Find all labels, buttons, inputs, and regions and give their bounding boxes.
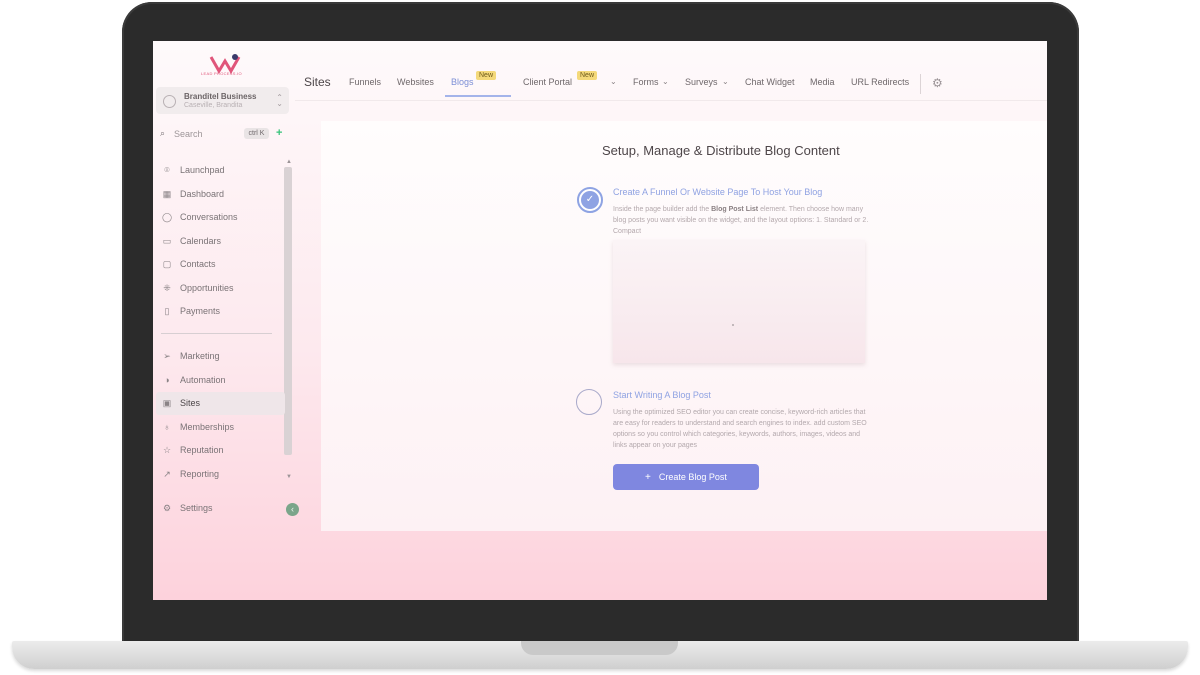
sidebar-item-dashboard[interactable]: ▦ Dashboard [153,183,285,206]
step-1-description: Inside the page builder add the Blog Pos… [613,204,875,237]
send-icon: ➢ [163,351,171,361]
top-nav: Sites Funnels Websites Blogs New Client … [295,41,1047,101]
sites-icon: ▣ [162,398,172,408]
trend-icon: ↗ [163,469,171,479]
tab-funnels[interactable]: Funnels [349,77,381,87]
check-icon: ✓ [581,191,599,209]
sidebar-item-marketing[interactable]: ➢ Marketing [153,345,285,368]
sidebar-item-reputation[interactable]: ☆ Reputation [153,439,285,462]
quick-add-icon[interactable]: + [276,127,282,139]
new-badge: New [577,71,598,80]
sidebar-item-conversations[interactable]: ◯ Conversations [153,206,285,229]
step-1-desc-bold: Blog Post List [711,206,759,213]
sidebar-item-label: Opportunities [180,283,234,293]
sidebar-item-label: Reporting [180,469,220,479]
page-heading: Setup, Manage & Distribute Blog Content [602,143,840,158]
sidebar-scrollbar[interactable] [284,167,292,455]
tab-client-portal[interactable]: Client Portal [523,77,572,87]
scroll-down-icon[interactable]: ▼ [286,474,292,480]
sidebar-item-settings[interactable]: ⚙ Settings [153,497,285,520]
step-2-description: Using the optimized SEO editor you can c… [613,409,867,449]
sidebar-item-label: Conversations [180,212,238,222]
chevron-down-icon[interactable]: ⌄ [610,77,617,86]
rocket-icon: ⌾ [164,165,170,175]
sidebar-item-label: Calendars [180,236,222,246]
search-input[interactable]: Search [174,129,203,139]
calendar-icon: ▭ [162,236,172,246]
sidebar-divider [161,333,272,334]
sidebar-item-label: Automation [180,375,226,385]
sidebar-item-label: Reputation [180,445,224,455]
sidebar-item-label: Settings [180,503,213,513]
new-badge: New [476,71,497,80]
active-tab-indicator [445,95,511,97]
tab-surveys[interactable]: Surveys [685,77,718,87]
opportunity-icon: ⁜ [163,283,171,293]
star-icon: ☆ [162,445,172,455]
step-2-indicator [576,389,602,415]
tab-blogs[interactable]: Blogs [451,77,474,87]
sidebar: LEAD PROCESS.IO Branditel Business Casev… [153,41,299,600]
chevron-updown-icon: ⌃ ⌄ [276,93,283,108]
sidebar-item-label: Marketing [180,351,220,361]
account-switcher[interactable]: Branditel Business Caseville, Brandita ⌃… [156,87,289,114]
sidebar-item-automation[interactable]: ◑ Automation [153,369,285,392]
sidebar-item-opportunities[interactable]: ⁜ Opportunities [153,277,285,300]
step-1-desc-pre: Inside the page builder add the [613,206,712,213]
tab-media[interactable]: Media [810,77,835,87]
logo-text: LEAD PROCESS.IO [201,71,242,76]
gear-icon[interactable]: ⚙ [932,76,943,90]
badge-icon: ♁ [163,422,171,432]
tab-forms[interactable]: Forms [633,77,659,87]
gear-icon: ⚙ [162,503,172,513]
account-name: Branditel Business [184,92,257,101]
step-1-title: Create A Funnel Or Website Page To Host … [613,187,823,197]
tab-websites[interactable]: Websites [397,77,434,87]
search-bar[interactable]: ⌕ Search ctrl K + [156,126,289,142]
payment-icon: ▯ [164,306,170,316]
sidebar-item-label: Payments [180,306,221,316]
sidebar-item-label: Contacts [180,259,216,269]
chevron-down-icon[interactable]: ⌄ [722,77,729,86]
contact-icon: ▢ [162,259,172,269]
page-title: Sites [304,75,331,89]
app-screen: LEAD PROCESS.IO Branditel Business Casev… [153,41,1047,600]
sidebar-item-label: Dashboard [180,189,225,199]
account-location: Caseville, Brandita [184,102,243,109]
grid-icon: ▦ [162,189,172,199]
laptop-notch [521,641,678,655]
chevron-down-icon[interactable]: ⌄ [662,77,669,86]
tab-url-redirects[interactable]: URL Redirects [851,77,909,87]
sidebar-item-reporting[interactable]: ↗ Reporting [153,463,285,486]
tab-chat-widget[interactable]: Chat Widget [745,77,795,87]
step-2-title: Start Writing A Blog Post [613,390,711,400]
sidebar-item-payments[interactable]: ▯ Payments [153,300,285,323]
search-icon: ⌕ [160,128,166,138]
sidebar-item-calendars[interactable]: ▭ Calendars [153,230,285,253]
sidebar-item-label: Memberships [180,422,235,432]
sidebar-item-memberships[interactable]: ♁ Memberships [153,416,285,439]
nav-divider [920,74,921,94]
sidebar-item-label: Launchpad [180,165,225,175]
search-shortcut: ctrl K [244,128,269,139]
sidebar-item-sites[interactable]: ▣ Sites [156,392,285,415]
step-1-indicator: ✓ [577,187,603,213]
preview-dot [732,324,734,326]
collapse-sidebar-icon[interactable]: ‹ [286,503,299,516]
create-blog-post-button[interactable]: + Create Blog Post [613,464,759,490]
sidebar-item-contacts[interactable]: ▢ Contacts [153,253,285,276]
chat-icon: ◯ [162,212,173,222]
sidebar-item-launchpad[interactable]: ⌾ Launchpad [153,159,285,182]
sidebar-item-label: Sites [180,398,201,408]
plus-icon: + [645,472,651,483]
scroll-up-icon[interactable]: ▲ [286,159,292,165]
create-blog-post-label: Create Blog Post [658,472,727,482]
automation-icon: ◑ [164,375,170,385]
blog-preview-image [613,240,865,363]
account-avatar-icon [163,95,176,108]
